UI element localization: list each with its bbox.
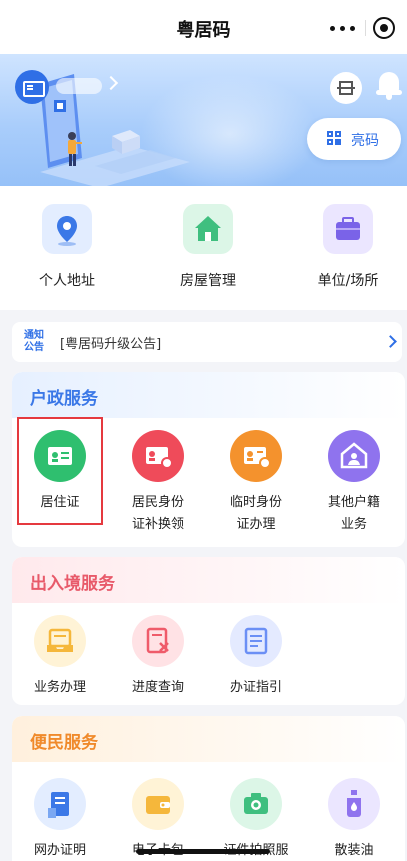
- qr-code-icon: [327, 131, 343, 147]
- home-indicator[interactable]: [136, 849, 270, 854]
- service-label: 业务办理: [33, 680, 86, 695]
- quick-label: 房屋管理: [180, 273, 236, 289]
- quick-label: 个人地址: [39, 273, 95, 289]
- service-label: 居民身份 证补换领: [110, 492, 206, 536]
- service-business-handling[interactable]: 业务办理: [12, 615, 108, 705]
- section-header: 出入境服务: [12, 557, 405, 603]
- quick-label: 单位/场所: [317, 273, 379, 289]
- document-x-icon: [132, 615, 184, 667]
- service-label-line1: 居民身份: [131, 495, 184, 510]
- service-label: 网办证明: [33, 843, 86, 858]
- entry-exit-services-card: 出入境服务 业务办理 进度查询 办证指引: [12, 557, 405, 705]
- quick-actions: 个人地址 房屋管理 单位/场所: [0, 186, 407, 310]
- title-bar: 粤居码: [0, 0, 407, 54]
- service-id-card-replacement[interactable]: 居民身份 证补换领: [110, 430, 206, 540]
- location-pin-icon: [42, 204, 92, 254]
- service-label-line2: 业务: [340, 517, 367, 532]
- service-label-line2: 证补换领: [131, 517, 184, 532]
- show-code-label: 亮码: [351, 133, 379, 149]
- house-icon: [183, 204, 233, 254]
- service-temporary-id[interactable]: 临时身份 证办理: [208, 430, 304, 540]
- bell-icon[interactable]: [376, 68, 402, 102]
- home-person-icon: [328, 430, 380, 482]
- selection-highlight: [17, 417, 103, 525]
- user-name-masked[interactable]: [56, 78, 102, 94]
- section-header: 便民服务: [12, 716, 405, 762]
- notice-bar[interactable]: 通知 公告 [粤居码升级公告]: [12, 322, 402, 362]
- service-bulk-oil[interactable]: 散装油: [306, 778, 402, 861]
- target-circle-icon[interactable]: [373, 17, 395, 39]
- id-card-refresh-icon: [132, 430, 184, 482]
- capsule-divider: [365, 20, 366, 36]
- show-code-button[interactable]: 亮码: [307, 118, 401, 160]
- service-label-line2: 证办理: [236, 517, 276, 532]
- service-label-line1: 临时身份: [229, 495, 282, 510]
- mini-program-capsule: [316, 12, 400, 44]
- section-title: 出入境服务: [30, 574, 115, 594]
- section-title: 便民服务: [30, 733, 98, 753]
- service-label: 其他户籍 业务: [306, 492, 402, 536]
- camera-id-icon: [230, 778, 282, 830]
- avatar[interactable]: [15, 70, 49, 104]
- service-label-line1: 其他户籍: [327, 495, 380, 510]
- header-banner: 亮码: [0, 54, 407, 186]
- household-services-card: 户政服务 居住证 居民身份 证补换领 临时身份 证办理 其他户籍 业务: [12, 372, 405, 547]
- service-label: 临时身份 证办理: [208, 492, 304, 536]
- notice-tag-line1: 通知: [24, 330, 44, 341]
- notice-tag-line2: 公告: [24, 342, 44, 353]
- quick-organization-place[interactable]: 单位/场所: [298, 204, 398, 300]
- more-dots-icon[interactable]: [330, 20, 356, 36]
- service-progress-query[interactable]: 进度查询: [110, 615, 206, 705]
- convenience-services-card: 便民服务 网办证明 电子卡包 证件拍照服 散装油: [12, 716, 405, 861]
- scan-icon: [337, 81, 355, 95]
- notice-text: [粤居码升级公告]: [60, 337, 162, 352]
- wallet-icon: [132, 778, 184, 830]
- service-application-guide[interactable]: 办证指引: [208, 615, 304, 705]
- guide-book-icon: [230, 615, 282, 667]
- notice-tag: 通知 公告: [24, 330, 50, 354]
- service-other-household[interactable]: 其他户籍 业务: [306, 430, 402, 540]
- temp-id-badge-icon: [230, 430, 282, 482]
- quick-house-management[interactable]: 房屋管理: [158, 204, 258, 300]
- section-header: 户政服务: [12, 372, 405, 418]
- oil-bottle-icon: [328, 778, 380, 830]
- inbox-tray-icon: [34, 615, 86, 667]
- section-title: 户政服务: [30, 389, 98, 409]
- service-online-certificate[interactable]: 网办证明: [12, 778, 108, 861]
- service-label: 办证指引: [229, 680, 282, 695]
- quick-personal-address[interactable]: 个人地址: [17, 204, 117, 300]
- service-label: 散装油: [334, 843, 374, 858]
- briefcase-icon: [323, 204, 373, 254]
- certificate-icon: [34, 778, 86, 830]
- scan-button[interactable]: [330, 72, 362, 104]
- service-label: 进度查询: [131, 680, 184, 695]
- chevron-right-icon[interactable]: [384, 335, 397, 348]
